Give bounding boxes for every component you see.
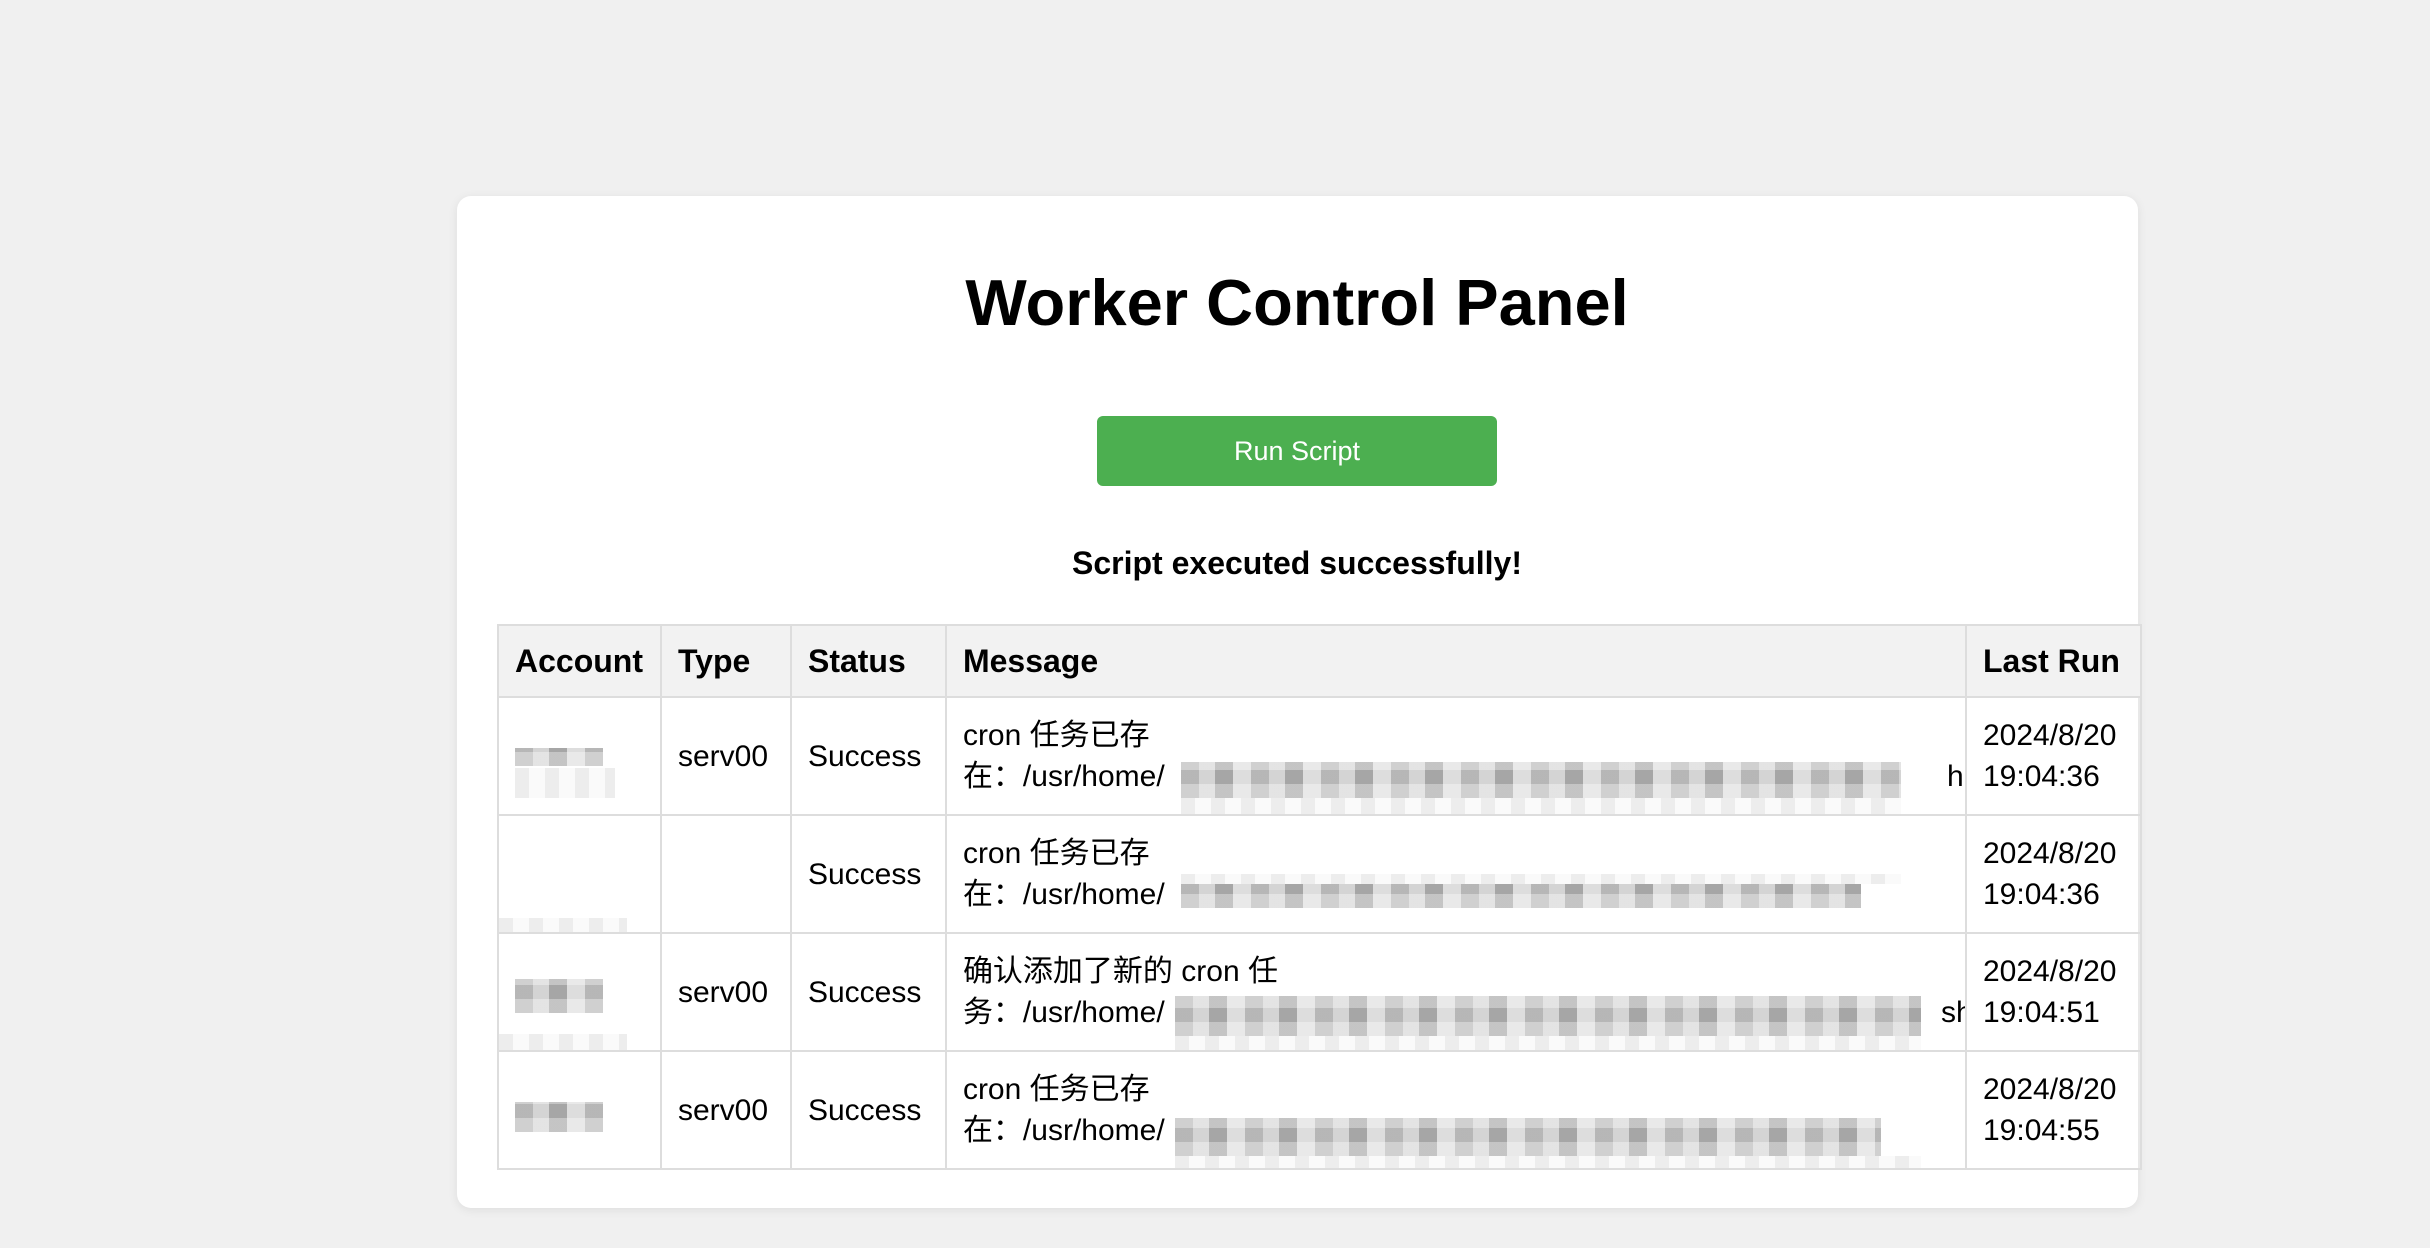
redacted-path-shadow [1180, 874, 1901, 884]
last-run-date: 2024/8/20 [1982, 719, 2117, 752]
redacted-path [1180, 762, 1901, 798]
message-line-1: cron 任务已存 [962, 837, 1150, 870]
results-table: Account Type Status Message Last Run ser… [497, 624, 2143, 1170]
account-cell [497, 1050, 662, 1170]
message-path: 在：/usr/home/ [962, 760, 1165, 793]
message-cell: cron 任务已存 在：/usr/home/h [944, 696, 1967, 816]
message-path: 务：/usr/home/ [962, 996, 1165, 1029]
table-row: serv00 Success 确认添加了新的 cron 任 务：/usr/hom… [497, 932, 2143, 1052]
message-cell: 确认添加了新的 cron 任 务：/usr/home/sh [944, 932, 1967, 1052]
type-cell [659, 814, 792, 934]
page-title: Worker Control Panel [965, 266, 1629, 339]
status-cell: Success [789, 814, 947, 934]
message-tail: h [1946, 760, 1964, 793]
redacted-account [515, 748, 603, 766]
last-run-cell: 2024/8/20 19:04:36 [1964, 696, 2143, 816]
last-run-time: 19:04:36 [1982, 760, 2100, 793]
redacted-path [1174, 996, 1921, 1036]
redacted-account-shadow [499, 1034, 627, 1050]
message-path: 在：/usr/home/ [962, 878, 1165, 911]
account-cell [497, 932, 662, 1052]
redacted-account [515, 1102, 603, 1132]
header-message: Message [944, 624, 1967, 698]
type-cell: serv00 [659, 932, 792, 1052]
redacted-account [515, 979, 603, 1013]
last-run-date: 2024/8/20 [1982, 837, 2117, 870]
message-cell: cron 任务已存 在：/usr/home/ [944, 814, 1967, 934]
redacted-path [1174, 1118, 1881, 1156]
message-line-1: cron 任务已存 [962, 1073, 1150, 1106]
last-run-cell: 2024/8/20 19:04:36 [1964, 814, 2143, 934]
redacted-path-shadow [1180, 798, 1901, 813]
redacted-path [1180, 884, 1861, 908]
status-cell: Success [789, 696, 947, 816]
table-row: serv00 Success cron 任务已存 在：/usr/home/ 20… [497, 1050, 2143, 1170]
message-cell: cron 任务已存 在：/usr/home/ [944, 1050, 1967, 1170]
last-run-time: 19:04:51 [1982, 996, 2100, 1029]
last-run-date: 2024/8/20 [1982, 1073, 2117, 1106]
message-tail: sh [1940, 996, 1964, 1029]
run-script-button[interactable]: Run Script [1097, 416, 1497, 486]
result-message: Script executed successfully! [1072, 545, 1522, 581]
account-cell [497, 696, 662, 816]
last-run-cell: 2024/8/20 19:04:51 [1964, 932, 2143, 1052]
header-account: Account [497, 624, 662, 698]
redacted-account [499, 918, 627, 932]
message-line-1: 确认添加了新的 cron 任 [962, 955, 1278, 988]
message-line-1: cron 任务已存 [962, 719, 1150, 752]
message-path: 在：/usr/home/ [962, 1114, 1165, 1147]
header-status: Status [789, 624, 947, 698]
account-cell [497, 814, 662, 934]
table-row: Success cron 任务已存 在：/usr/home/ 2024/8/20… [497, 814, 2143, 934]
type-cell: serv00 [659, 696, 792, 816]
header-type: Type [659, 624, 792, 698]
redacted-account-shadow [515, 768, 615, 798]
last-run-time: 19:04:55 [1982, 1114, 2100, 1147]
status-cell: Success [789, 1050, 947, 1170]
last-run-cell: 2024/8/20 19:04:55 [1964, 1050, 2143, 1170]
last-run-date: 2024/8/20 [1982, 955, 2117, 988]
last-run-time: 19:04:36 [1982, 878, 2100, 911]
table-header-row: Account Type Status Message Last Run [497, 624, 2143, 698]
redacted-path-shadow [1174, 1156, 1921, 1167]
table-row: serv00 Success cron 任务已存 在：/usr/home/h 2… [497, 696, 2143, 816]
redacted-path-shadow [1174, 1036, 1921, 1049]
header-last-run: Last Run [1964, 624, 2143, 698]
type-cell: serv00 [659, 1050, 792, 1170]
status-cell: Success [789, 932, 947, 1052]
